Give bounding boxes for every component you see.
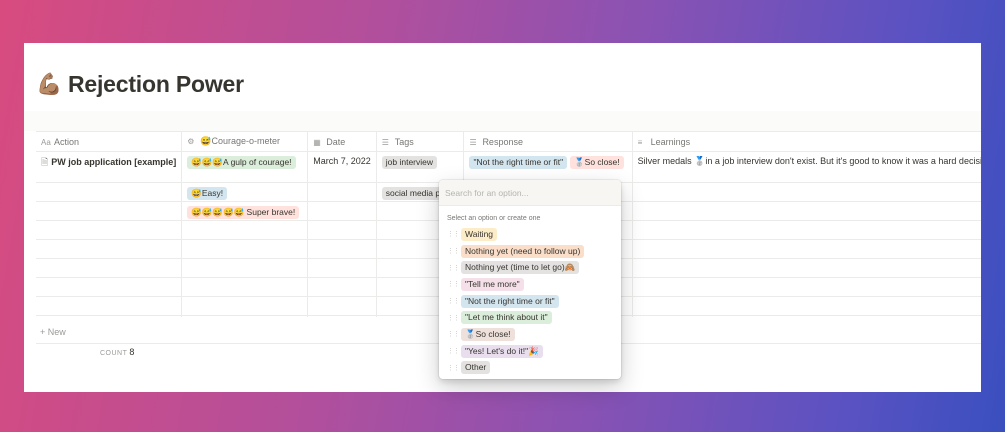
drag-handle-icon[interactable]: ⋮⋮ [447, 230, 461, 238]
column-header-date[interactable]: ▦ Date [307, 131, 377, 152]
dropdown-search-bar [439, 180, 621, 206]
multi-select-icon: ☰ [381, 137, 389, 147]
calendar-icon: ▦ [313, 137, 321, 147]
option-select-dropdown: Select an option or create one ⋮⋮Waiting… [439, 180, 621, 379]
column-header-learnings[interactable]: ≡ Learnings [632, 131, 981, 152]
option-tag: "Yes! Let's do it!"🎉 [461, 344, 543, 358]
courage-tag: 😅😅😅😅😅 Super brave! [187, 206, 300, 219]
dropdown-hint: Select an option or create one [447, 215, 541, 222]
date-cell[interactable] [307, 182, 377, 202]
column-header-courage[interactable]: ⚙ 😅Courage-o-meter [181, 131, 309, 152]
option-item[interactable]: ⋮⋮ Other [439, 360, 621, 377]
option-item[interactable]: ⋮⋮ Nothing yet (time to let go)🙈 [439, 259, 621, 276]
option-tag: Waiting [461, 227, 498, 241]
text-lines-icon: ≡ [637, 137, 643, 147]
drag-handle-icon[interactable]: ⋮⋮ [447, 280, 461, 288]
option-item[interactable]: ⋮⋮ Waiting [439, 226, 621, 243]
response-cell[interactable]: "Not the right time or fit" 🥈So close! [463, 151, 633, 183]
option-tag: Nothing yet (need to follow up) [461, 244, 585, 258]
drag-handle-icon[interactable]: ⋮⋮ [447, 330, 461, 338]
learnings-cell[interactable]: Silver medals 🥈in a job interview don't … [632, 151, 981, 183]
option-tag: "Let me think about it" [461, 311, 552, 325]
courage-tag: 😅Easy! [187, 187, 228, 200]
courage-tag: 😅😅😅A gulp of courage! [187, 156, 296, 169]
response-chip: 🥈So close! [570, 156, 624, 169]
option-item[interactable]: ⋮⋮ "Tell me more" [439, 276, 621, 293]
plus-icon: + [40, 327, 48, 337]
date-cell[interactable]: March 7, 2022 [307, 151, 377, 183]
option-item[interactable]: ⋮⋮ Nothing yet (need to follow up) [439, 243, 621, 260]
tags-cell[interactable]: job interview [376, 151, 465, 183]
option-tag: "Tell me more" [461, 277, 524, 291]
option-item[interactable]: ⋮⋮ "Let me think about it" [439, 309, 621, 326]
page-document-icon: 🗎 [41, 157, 49, 167]
count-value: 8 [129, 347, 135, 357]
drag-handle-icon[interactable]: ⋮⋮ [447, 347, 461, 355]
learnings-cell[interactable] [632, 182, 981, 202]
action-cell[interactable] [36, 201, 183, 221]
table-toolbar-area [24, 111, 981, 131]
page-title-text: Rejection Power [67, 71, 244, 97]
option-search-input[interactable] [445, 187, 615, 198]
count-footer[interactable]: COUNT 8 [100, 347, 134, 357]
new-row-button[interactable]: + New [40, 327, 66, 337]
drag-handle-icon[interactable]: ⋮⋮ [447, 247, 461, 255]
courage-cell[interactable]: 😅😅😅😅😅 Super brave! [181, 201, 309, 221]
option-item[interactable]: ⋮⋮ "Yes! Let's do it!"🎉 [439, 343, 621, 360]
text-property-icon: Aa [41, 137, 51, 147]
drag-handle-icon[interactable]: ⋮⋮ [447, 297, 461, 305]
multi-select-icon: ☰ [469, 137, 477, 147]
option-item[interactable]: ⋮⋮ 🥈So close! [439, 326, 621, 343]
flexed-biceps-icon: 💪🏽 [36, 72, 62, 96]
drag-handle-icon[interactable]: ⋮⋮ [447, 264, 461, 272]
table-header-row: Aa Action ⚙ 😅Courage-o-meter ▦ Date ☰ Tags ☰… [36, 131, 981, 152]
courage-cell[interactable]: 😅Easy! [181, 182, 309, 202]
courage-cell[interactable]: 😅😅😅A gulp of courage! [181, 151, 309, 183]
action-cell[interactable] [36, 182, 183, 202]
tag-chip: job interview [381, 156, 438, 169]
option-item[interactable]: ⋮⋮ "Not the right time or fit" [439, 293, 621, 310]
learnings-cell[interactable] [632, 201, 981, 221]
column-header-action[interactable]: Aa Action [36, 131, 183, 152]
formula-property-icon: ⚙ [187, 137, 195, 146]
drag-handle-icon[interactable]: ⋮⋮ [447, 314, 461, 322]
option-tag: Other [461, 361, 491, 375]
action-cell[interactable]: 🗎 PW job application [example] [36, 151, 183, 183]
option-tag: Nothing yet (time to let go)🙈 [461, 261, 580, 275]
column-header-response[interactable]: ☰ Response [463, 131, 633, 152]
option-tag: 🥈So close! [461, 327, 515, 341]
table-row[interactable]: 🗎 PW job application [example] 😅😅😅A gulp … [36, 151, 981, 183]
response-chip: "Not the right time or fit" [469, 156, 568, 169]
column-header-tags[interactable]: ☰ Tags [376, 131, 465, 152]
option-tag: "Not the right time or fit" [461, 294, 559, 308]
page-title: 💪🏽 Rejection Power [36, 71, 244, 98]
drag-handle-icon[interactable]: ⋮⋮ [447, 364, 461, 372]
date-cell[interactable] [307, 201, 377, 221]
option-list: ⋮⋮ Waiting ⋮⋮ Nothing yet (need to follow u… [439, 226, 621, 376]
